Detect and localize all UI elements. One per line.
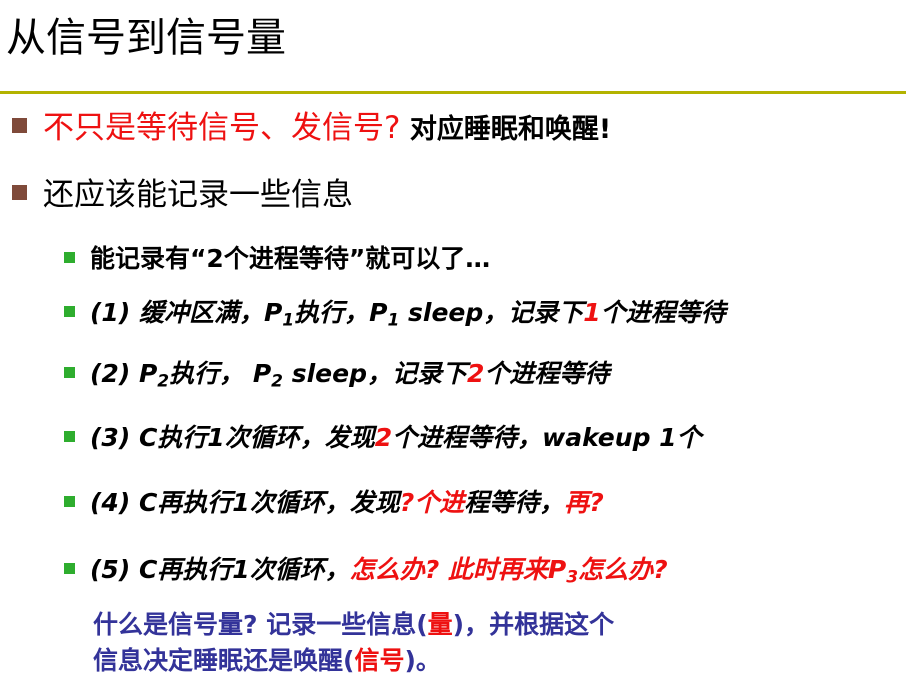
subbullet-5-prefix: (4) C再执行1次循环，发现 xyxy=(90,488,400,517)
subbullet-2-mid2: sleep，记录下 xyxy=(399,298,584,327)
note-line-1-red: 量 xyxy=(427,610,453,639)
subbullet-6-red-2: 怎么办? xyxy=(578,555,668,584)
subbullet-4-prefix: (3) C执行1次循环，发现 xyxy=(90,423,375,452)
subbullet-3-red: 2 xyxy=(466,359,485,388)
subbullet-6-red: 怎么办? 此时再来P xyxy=(349,555,567,584)
subbullet-2: (1) 缓冲区满，P1执行，P1 sleep，记录下1个进程等待 xyxy=(64,296,726,330)
subbullet-3: (2) P2执行， P2 sleep，记录下2个进程等待 xyxy=(64,357,609,391)
subbullet-3-suffix: 个进程等待 xyxy=(484,359,610,388)
square-bullet-icon xyxy=(64,366,75,378)
square-bullet-icon xyxy=(64,251,75,263)
square-bullet-icon xyxy=(12,118,27,133)
bullet-1-red-text: 不只是等待信号、发信号? xyxy=(43,110,401,146)
subbullet-3-mid: 执行， P xyxy=(169,359,272,388)
subbullet-2-suffix: 个进程等待 xyxy=(600,298,726,327)
subbullet-4-red: 2 xyxy=(374,423,393,452)
bullet-2-text: 还应该能记录一些信息 xyxy=(43,177,353,213)
note-line-2-a: 信息决定睡眠还是唤醒( xyxy=(93,646,355,675)
subbullet-2-prefix: (1) 缓冲区满，P xyxy=(90,298,283,327)
subbullet-1-text: 能记录有“2个进程等待”就可以了… xyxy=(90,244,491,273)
subbullet-5-red-2: 再? xyxy=(564,488,604,517)
subbullet-3-subscript-2: 2 xyxy=(271,371,283,392)
subbullet-6-prefix: (5) C再执行1次循环， xyxy=(90,555,350,584)
note-line-2-b: )。 xyxy=(404,646,441,675)
note-line-1-b: )，并根据这个 xyxy=(452,610,615,639)
subbullet-5-suffix: 程等待， xyxy=(464,488,565,517)
slide-title: 从信号到信号量 xyxy=(6,15,286,61)
subbullet-4-suffix: 个进程等待，wakeup 1个 xyxy=(392,423,702,452)
note-line-2-red: 信号 xyxy=(354,646,405,675)
square-bullet-icon xyxy=(64,430,75,442)
square-bullet-icon xyxy=(12,185,27,200)
subbullet-3-prefix: (2) P xyxy=(90,359,158,388)
subbullet-4: (3) C执行1次循环，发现2个进程等待，wakeup 1个 xyxy=(64,421,702,455)
subbullet-3-mid2: sleep，记录下 xyxy=(283,359,467,388)
subbullet-2-subscript-1: 1 xyxy=(282,310,295,331)
note-line-1-a: 什么是信号量? 记录一些信息( xyxy=(93,610,428,639)
subbullet-6: (5) C再执行1次循环，怎么办? 此时再来P3怎么办? xyxy=(64,553,668,587)
subbullet-3-subscript-1: 2 xyxy=(157,371,170,392)
bullet-2: 还应该能记录一些信息 xyxy=(12,175,353,215)
square-bullet-icon xyxy=(64,562,75,574)
subbullet-6-subscript: 3 xyxy=(566,567,579,588)
subbullet-2-red: 1 xyxy=(583,298,601,327)
subbullet-2-mid: 执行，P xyxy=(294,298,388,327)
subbullet-1: 能记录有“2个进程等待”就可以了… xyxy=(64,242,490,276)
subbullet-5: (4) C再执行1次循环，发现?个进程等待，再? xyxy=(64,486,604,520)
subbullet-5-red: ?个进 xyxy=(399,488,465,517)
summary-note-line-2: 信息决定睡眠还是唤醒(信号)。 xyxy=(93,644,441,678)
summary-note-line-1: 什么是信号量? 记录一些信息(量)，并根据这个 xyxy=(93,608,614,642)
title-underline xyxy=(0,91,906,94)
bullet-1-black-text: 对应睡眠和唤醒! xyxy=(400,114,612,145)
square-bullet-icon xyxy=(64,495,75,507)
bullet-1: 不只是等待信号、发信号? 对应睡眠和唤醒! xyxy=(12,108,611,150)
subbullet-2-subscript-2: 1 xyxy=(387,310,400,331)
square-bullet-icon xyxy=(64,305,75,317)
